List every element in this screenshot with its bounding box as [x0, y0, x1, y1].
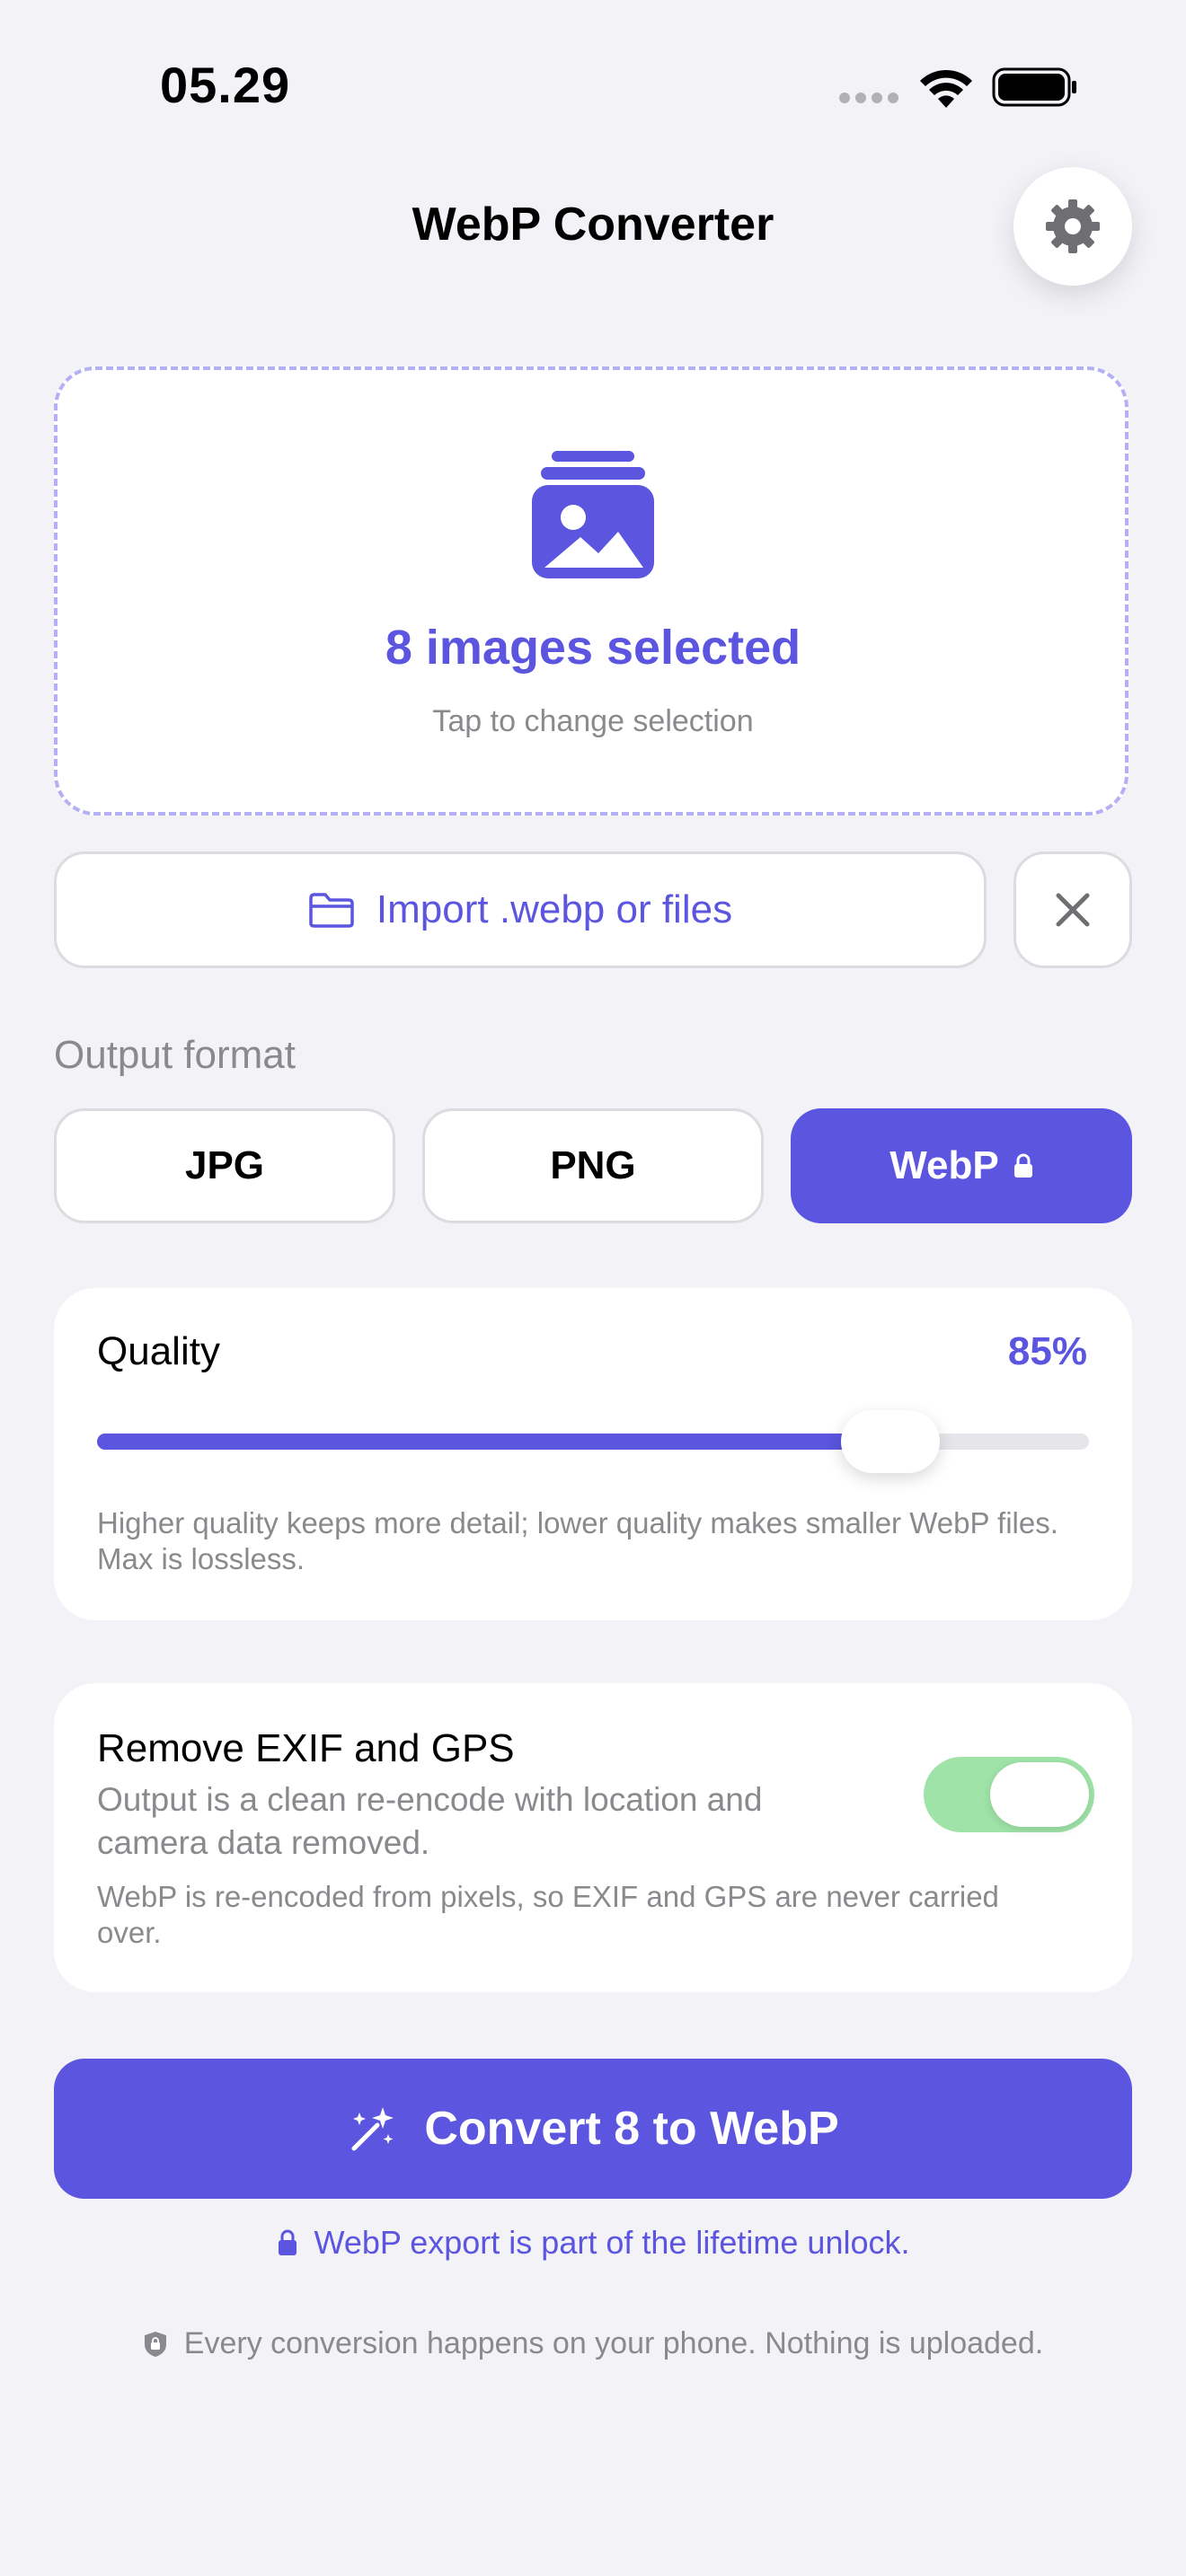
- exif-title: Remove EXIF and GPS: [97, 1726, 515, 1770]
- selection-hint: Tap to change selection: [432, 704, 754, 738]
- format-option-label: WebP: [890, 1143, 999, 1187]
- shield-lock-icon: [144, 2331, 166, 2357]
- lock-icon: [278, 2229, 296, 2255]
- import-button-label: Import .webp or files: [376, 887, 733, 931]
- wifi-icon: [920, 69, 972, 108]
- status-time: 05.29: [160, 57, 291, 113]
- privacy-note-text: Every conversion happens on your phone. …: [183, 2326, 1044, 2360]
- convert-button[interactable]: Convert 8 to WebP: [54, 2059, 1132, 2199]
- magic-wand-icon: [351, 2107, 394, 2151]
- unlock-note[interactable]: WebP export is part of the lifetime unlo…: [0, 2224, 1186, 2262]
- clear-selection-button[interactable]: [1013, 851, 1132, 968]
- close-icon: [1056, 893, 1090, 927]
- exif-note: WebP is re-encoded from pixels, so EXIF …: [97, 1880, 999, 1949]
- quality-slider-fill: [97, 1434, 891, 1450]
- quality-slider-thumb[interactable]: [841, 1410, 941, 1473]
- gear-icon: [1046, 199, 1100, 253]
- quality-label: Quality: [97, 1329, 220, 1373]
- format-option-jpg[interactable]: JPG: [54, 1108, 395, 1223]
- format-option-webp[interactable]: WebP: [791, 1108, 1132, 1223]
- selection-count: 8 images selected: [385, 621, 801, 675]
- lock-icon: [1013, 1153, 1032, 1178]
- format-option-png[interactable]: PNG: [422, 1108, 764, 1223]
- exif-description: Output is a clean re-encode with locatio…: [97, 1781, 763, 1861]
- photo-stack-icon: [532, 451, 654, 578]
- unlock-note-text: WebP export is part of the lifetime unlo…: [314, 2224, 910, 2261]
- privacy-note: Every conversion happens on your phone. …: [0, 2326, 1186, 2361]
- battery-icon: [992, 67, 1076, 107]
- toggle-knob: [990, 1762, 1089, 1827]
- page-title: WebP Converter: [412, 198, 774, 251]
- output-format-label: Output format: [54, 1033, 296, 1077]
- import-files-button[interactable]: Import .webp or files: [54, 851, 987, 968]
- convert-button-label: Convert 8 to WebP: [424, 2103, 839, 2155]
- format-option-label: PNG: [550, 1143, 636, 1187]
- folder-icon: [309, 893, 354, 928]
- image-selection-dropzone[interactable]: [54, 366, 1128, 816]
- quality-help-text: Higher quality keeps more detail; lower …: [97, 1506, 1058, 1575]
- cellular-signal-icon: [839, 93, 900, 105]
- format-option-label: JPG: [184, 1143, 265, 1187]
- quality-value: 85%: [1007, 1329, 1087, 1373]
- settings-button[interactable]: [1013, 167, 1132, 286]
